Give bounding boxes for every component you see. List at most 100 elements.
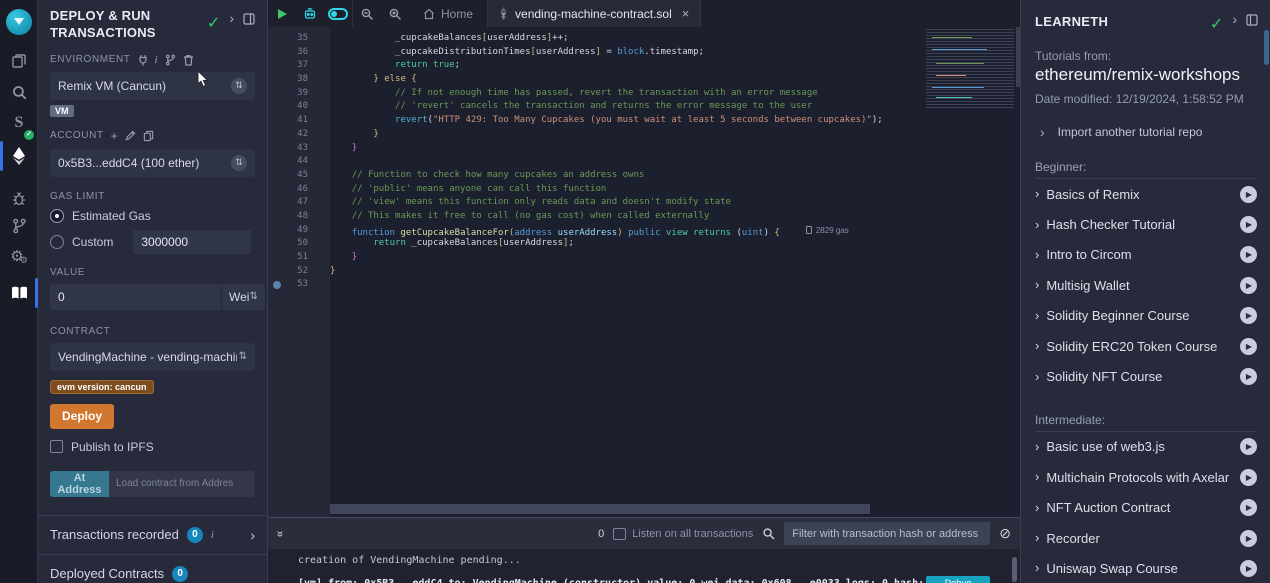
tutorial-item[interactable]: ›Solidity NFT Course▶ bbox=[1035, 361, 1257, 391]
settings-gear-icon[interactable]: ⚙⚙ bbox=[0, 241, 38, 271]
search-icon[interactable] bbox=[762, 527, 775, 540]
listen-checkbox[interactable] bbox=[613, 528, 626, 540]
start-tutorial-play-button[interactable]: ▶ bbox=[1240, 560, 1257, 577]
start-tutorial-play-button[interactable]: ▶ bbox=[1240, 277, 1257, 294]
tutorial-item[interactable]: ›NFT Auction Contract▶ bbox=[1035, 493, 1257, 523]
chevron-right-icon[interactable]: › bbox=[1035, 372, 1039, 382]
line-number[interactable]: 38 bbox=[268, 73, 330, 87]
line-number[interactable]: 45 bbox=[268, 169, 330, 183]
line-number[interactable]: 42 bbox=[268, 128, 330, 142]
code-line[interactable]: 38 } else { bbox=[268, 73, 1020, 87]
deploy-and-run-icon[interactable] bbox=[0, 141, 38, 171]
tutorial-item[interactable]: ›Hash Checker Tutorial▶ bbox=[1035, 209, 1257, 239]
tutorial-item[interactable]: › Multisig Wallet ▶ bbox=[1035, 270, 1257, 300]
ai-assistant-icon[interactable] bbox=[296, 0, 324, 27]
custom-gas-option[interactable]: Custom bbox=[50, 230, 255, 254]
code-line[interactable]: 42 } bbox=[268, 128, 1020, 142]
code-line[interactable]: 37 return true; bbox=[268, 59, 1020, 73]
debug-button[interactable]: Debug bbox=[926, 576, 990, 583]
editor-horizontal-scrollbar[interactable] bbox=[330, 504, 870, 514]
zoom-in-icon[interactable] bbox=[381, 0, 409, 27]
chevron-right-icon[interactable]: › bbox=[1035, 189, 1039, 199]
line-number[interactable]: 41 bbox=[268, 114, 330, 128]
line-number[interactable]: 36 bbox=[268, 46, 330, 60]
pin-panel-icon[interactable] bbox=[1246, 14, 1258, 26]
radio-selected-icon[interactable] bbox=[50, 209, 64, 223]
contract-select[interactable]: VendingMachine - vending-machin ⇅ bbox=[50, 343, 255, 371]
chevron-right-icon[interactable]: › bbox=[1035, 311, 1039, 321]
start-tutorial-play-button[interactable]: ▶ bbox=[1240, 530, 1257, 547]
code-editor[interactable]: 35 _cupcakeBalances[userAddress]++;36 _c… bbox=[268, 27, 1020, 517]
chevron-right-icon[interactable]: › bbox=[1232, 14, 1237, 24]
tutorial-item-label[interactable]: Solidity ERC20 Token Course bbox=[1046, 339, 1217, 354]
line-number[interactable]: 47 bbox=[268, 196, 330, 210]
publish-ipfs-option[interactable]: Publish to IPFS bbox=[50, 440, 255, 454]
learneth-scrollbar[interactable] bbox=[1264, 30, 1269, 65]
tutorial-item-label[interactable]: Uniswap Swap Course bbox=[1046, 561, 1178, 576]
value-unit-select[interactable]: Wei ⇅ bbox=[221, 284, 265, 310]
git-icon[interactable] bbox=[0, 211, 38, 241]
debugger-icon[interactable] bbox=[0, 184, 38, 214]
account-select[interactable]: 0x5B3...eddC4 (100 ether) ⇅ bbox=[50, 149, 255, 177]
plug-icon[interactable] bbox=[138, 54, 148, 66]
chevron-right-icon[interactable]: › bbox=[1035, 533, 1039, 543]
edit-icon[interactable] bbox=[125, 130, 136, 141]
code-line[interactable]: 39 // If not enough time has passed, rev… bbox=[268, 87, 1020, 101]
at-address-input[interactable] bbox=[109, 471, 255, 497]
run-script-button[interactable] bbox=[268, 0, 296, 27]
copilot-toggle[interactable] bbox=[324, 0, 352, 27]
tab-vending-machine-contract[interactable]: vending-machine-contract.sol × bbox=[487, 0, 701, 27]
tutorial-item-label[interactable]: Basic use of web3.js bbox=[1046, 439, 1165, 454]
radio-icon[interactable] bbox=[50, 235, 64, 249]
tutorial-item-label[interactable]: Recorder bbox=[1046, 531, 1099, 546]
line-number[interactable]: 49 bbox=[268, 224, 330, 238]
line-number[interactable]: 44 bbox=[268, 155, 330, 169]
editor-minimap[interactable] bbox=[926, 29, 1014, 109]
deploy-button[interactable]: Deploy bbox=[50, 404, 114, 429]
tutorial-item-label[interactable]: Multisig Wallet bbox=[1046, 278, 1129, 293]
tutorial-item[interactable]: › Recorder ▶ bbox=[1035, 523, 1257, 553]
fork-icon[interactable] bbox=[165, 54, 176, 66]
code-line[interactable]: 52} bbox=[268, 265, 1020, 279]
code-line[interactable]: 50 return _cupcakeBalances[userAddress]; bbox=[268, 237, 1020, 251]
zoom-out-icon[interactable] bbox=[353, 0, 381, 27]
chevron-right-icon[interactable]: › bbox=[1035, 280, 1039, 290]
code-line[interactable]: 45 // Function to check how many cupcake… bbox=[268, 169, 1020, 183]
ipfs-checkbox[interactable] bbox=[50, 440, 63, 453]
code-line[interactable]: 35 _cupcakeBalances[userAddress]++; bbox=[268, 32, 1020, 46]
line-number[interactable]: 37 bbox=[268, 59, 330, 73]
collapse-terminal-icon[interactable]: » bbox=[273, 530, 287, 537]
tutorial-item[interactable]: › Basics of Remix ▶ bbox=[1035, 179, 1257, 209]
tutorial-item[interactable]: ›Multichain Protocols with Axelar▶ bbox=[1035, 462, 1257, 492]
code-line[interactable]: 53 bbox=[268, 278, 1020, 292]
start-tutorial-play-button[interactable]: ▶ bbox=[1240, 368, 1257, 385]
copy-icon[interactable] bbox=[143, 130, 154, 142]
trash-icon[interactable] bbox=[183, 54, 194, 66]
file-explorer-icon[interactable] bbox=[0, 46, 38, 76]
code-line[interactable]: 40 // 'revert' cancels the transaction a… bbox=[268, 100, 1020, 114]
start-tutorial-play-button[interactable]: ▶ bbox=[1240, 469, 1257, 486]
tutorial-item-label[interactable]: Basics of Remix bbox=[1046, 187, 1139, 202]
clear-console-icon[interactable]: ⊘ bbox=[999, 525, 1011, 542]
listen-all-transactions-option[interactable]: Listen on all transactions bbox=[613, 528, 753, 540]
code-line[interactable]: 47 // 'view' means this function only re… bbox=[268, 196, 1020, 210]
tutorial-item-label[interactable]: Hash Checker Tutorial bbox=[1046, 217, 1175, 232]
line-number[interactable]: 43 bbox=[268, 142, 330, 156]
code-line[interactable]: 51 } bbox=[268, 251, 1020, 265]
line-number[interactable]: 40 bbox=[268, 100, 330, 114]
code-line[interactable]: 48 // This makes it free to call (no gas… bbox=[268, 210, 1020, 224]
code-line[interactable]: 41 revert("HTTP 429: Too Many Cupcakes (… bbox=[268, 114, 1020, 128]
line-number[interactable]: 50 bbox=[268, 237, 330, 251]
start-tutorial-play-button[interactable]: ▶ bbox=[1240, 186, 1257, 203]
chevron-right-icon[interactable]: › bbox=[1035, 563, 1039, 573]
learneth-book-icon[interactable] bbox=[0, 278, 38, 308]
tutorial-item[interactable]: › Uniswap Swap Course ▶ bbox=[1035, 553, 1257, 583]
tutorial-item-label[interactable]: NFT Auction Contract bbox=[1046, 500, 1170, 515]
line-number[interactable]: 51 bbox=[268, 251, 330, 265]
plus-icon[interactable]: + bbox=[111, 129, 119, 143]
start-tutorial-play-button[interactable]: ▶ bbox=[1240, 438, 1257, 455]
chevron-right-icon[interactable]: › bbox=[1035, 341, 1039, 351]
start-tutorial-play-button[interactable]: ▶ bbox=[1240, 246, 1257, 263]
transactions-recorded-row[interactable]: Transactions recorded 0 i › bbox=[38, 515, 267, 554]
estimated-gas-option[interactable]: Estimated Gas bbox=[50, 209, 255, 223]
